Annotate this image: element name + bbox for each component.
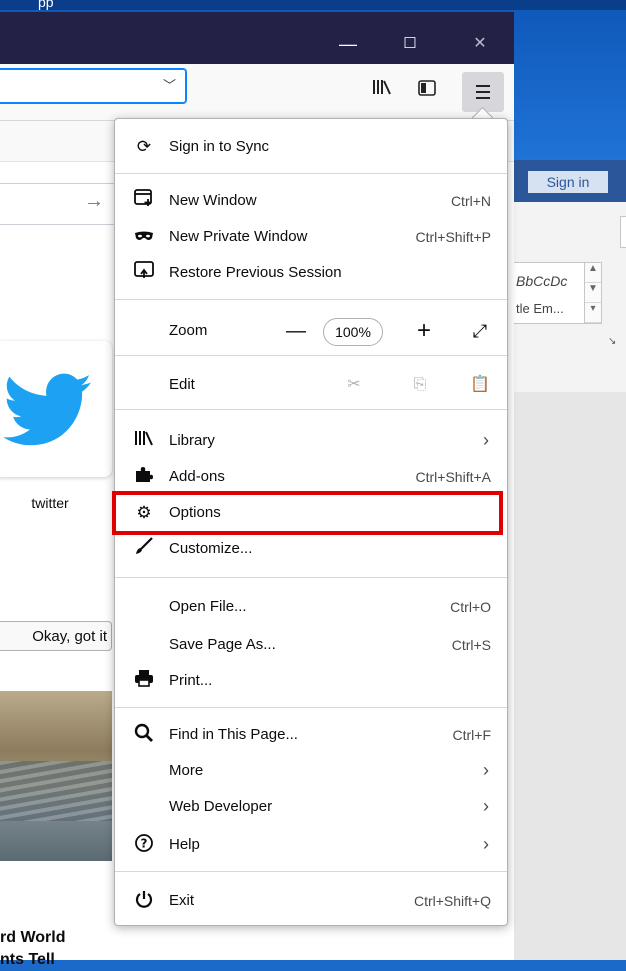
menu-item-exit[interactable]: Exit Ctrl+Shift+Q	[115, 883, 509, 919]
zoom-in-button[interactable]: +	[411, 317, 437, 345]
menu-item-restore-session[interactable]: Restore Previous Session	[115, 255, 509, 291]
menu-separator	[115, 707, 507, 708]
url-bar[interactable]: ﹀	[0, 68, 187, 104]
copy-icon[interactable]: ⎘	[409, 373, 431, 397]
menu-item-new-window[interactable]: New Window Ctrl+N	[115, 183, 509, 219]
sync-icon: ⟳	[136, 137, 152, 156]
options-highlight-box	[112, 491, 503, 535]
zoom-reset-button[interactable]: 100%	[323, 318, 383, 346]
top-site-label: twitter	[31, 495, 69, 511]
menu-item-zoom: Zoom — 100% + ⤢	[115, 313, 509, 349]
paste-icon[interactable]: 📋	[469, 373, 491, 397]
hamburger-icon	[476, 85, 490, 87]
cut-icon[interactable]: ✂	[343, 373, 365, 397]
desktop-top-bar	[0, 0, 626, 10]
new-window-icon	[133, 189, 155, 213]
menu-separator	[115, 355, 507, 356]
twitter-logo-icon	[2, 373, 92, 446]
word-ribbon: BbCcDc tle Em... ▲ ▼ ▾ ↘	[512, 202, 626, 393]
word-style-sample-1: BbCcDc	[516, 273, 568, 289]
top-site-tile-twitter[interactable]	[0, 341, 112, 477]
word-document-area	[512, 392, 626, 960]
svg-text:?: ?	[141, 837, 148, 851]
help-icon: ?	[133, 833, 155, 857]
search-go-icon[interactable]: →	[84, 190, 104, 213]
menu-item-addons[interactable]: Add-ons Ctrl+Shift+A	[115, 459, 509, 495]
close-button[interactable]: ✕	[458, 24, 502, 64]
menu-item-web-developer[interactable]: Web Developer ›	[115, 789, 509, 825]
private-browsing-mask-icon	[133, 225, 155, 249]
sidebar-icon[interactable]	[412, 76, 442, 106]
menu-separator	[115, 577, 507, 578]
library-icon[interactable]	[367, 76, 397, 106]
search-field[interactable]: →	[0, 183, 117, 225]
menu-separator	[115, 173, 507, 174]
menu-item-more[interactable]: More ›	[115, 753, 509, 789]
power-icon	[133, 889, 155, 913]
word-styles-gallery[interactable]: BbCcDc tle Em...	[512, 262, 585, 324]
navigation-toolbar: ﹀	[0, 64, 514, 121]
zoom-out-button[interactable]: —	[283, 317, 309, 345]
submenu-arrow-icon: ›	[483, 760, 489, 780]
word-window: Sign in BbCcDc tle Em... ▲ ▼ ▾ ↘	[512, 160, 626, 960]
menu-separator	[115, 871, 507, 872]
menu-item-library[interactable]: Library ›	[115, 423, 509, 459]
menu-item-save-page[interactable]: Save Page As... Ctrl+S	[115, 627, 509, 663]
word-sign-in-button[interactable]: Sign in	[528, 171, 608, 193]
article-headline[interactable]: rd World nts Tell	[0, 927, 65, 971]
firefox-title-bar: — ☐ ✕	[0, 12, 514, 64]
submenu-arrow-icon: ›	[483, 430, 489, 450]
scroll-down-icon[interactable]: ▼	[585, 283, 601, 303]
menu-item-help[interactable]: ? Help ›	[115, 827, 509, 863]
menu-item-new-private-window[interactable]: New Private Window Ctrl+Shift+P	[115, 219, 509, 255]
menu-item-sign-in-sync[interactable]: ⟳ Sign in to Sync	[115, 129, 509, 165]
more-styles-icon[interactable]: ▾	[585, 303, 601, 323]
headline-line-1: rd World	[0, 929, 66, 946]
menu-item-customize[interactable]: Customize...	[115, 531, 509, 567]
menu-separator	[115, 409, 507, 410]
menu-item-find[interactable]: Find in This Page... Ctrl+F	[115, 717, 509, 753]
word-ribbon-box	[620, 216, 626, 248]
menu-separator	[115, 299, 507, 300]
submenu-arrow-icon: ›	[483, 796, 489, 816]
word-styles-scroller[interactable]: ▲ ▼ ▾	[584, 262, 602, 324]
headline-line-2: nts Tell	[0, 951, 55, 968]
menu-item-edit: Edit ✂ ⎘ 📋	[115, 367, 509, 403]
fullscreen-icon[interactable]: ⤢	[469, 319, 491, 343]
maximize-button[interactable]: ☐	[388, 24, 432, 64]
search-icon	[133, 723, 155, 747]
submenu-arrow-icon: ›	[483, 834, 489, 854]
printer-icon	[133, 669, 155, 693]
dialog-launcher-icon[interactable]: ↘	[608, 336, 616, 347]
restore-session-icon	[133, 261, 155, 285]
word-style-sample-2: tle Em...	[516, 301, 564, 316]
article-image-detail	[0, 761, 112, 821]
menu-item-print[interactable]: Print...	[115, 663, 509, 699]
menu-item-open-file[interactable]: Open File... Ctrl+O	[115, 589, 509, 625]
scroll-up-icon[interactable]: ▲	[585, 263, 601, 283]
desktop-partial-text: pp	[38, 0, 54, 10]
minimize-button[interactable]: —	[326, 24, 370, 64]
okay-got-it-button[interactable]: Okay, got it	[0, 621, 112, 651]
puzzle-piece-icon	[133, 465, 155, 489]
word-title-bar: Sign in	[512, 160, 626, 202]
paintbrush-icon	[133, 537, 155, 561]
url-dropdown-icon[interactable]: ﹀	[163, 75, 176, 94]
open-menu-button[interactable]	[462, 72, 504, 112]
library-icon	[133, 429, 155, 453]
